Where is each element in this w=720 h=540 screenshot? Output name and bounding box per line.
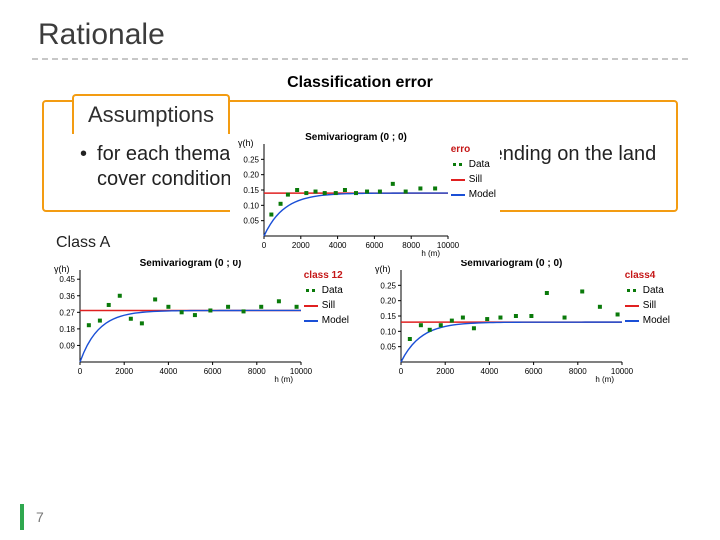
svg-text:10000: 10000 [611, 367, 634, 376]
svg-text:Semivariogram (0 ; 0): Semivariogram (0 ; 0) [140, 258, 242, 269]
svg-text:γ(h): γ(h) [238, 138, 254, 148]
svg-text:0.15: 0.15 [380, 312, 396, 321]
svg-text:0.10: 0.10 [243, 201, 259, 210]
svg-text:4000: 4000 [481, 367, 499, 376]
subheader: Classification error [32, 74, 688, 92]
svg-text:0: 0 [262, 241, 267, 250]
svg-text:10000: 10000 [437, 241, 460, 250]
chart-class-b: 0.05 0.10 0.15 0.20 0.25 0 2000 4000 6000 8000 100… [367, 256, 674, 386]
svg-text:0.25: 0.25 [380, 281, 396, 290]
svg-text:0.25: 0.25 [243, 155, 259, 164]
svg-text:0.09: 0.09 [59, 341, 75, 350]
svg-text:0.05: 0.05 [380, 343, 396, 352]
chart-top-holder: 0.05 0.10 0.15 0.20 0.25 0 2000 4000 6000 8000 100… [230, 130, 500, 260]
svg-text:0.05: 0.05 [243, 217, 259, 226]
svg-text:2000: 2000 [115, 367, 133, 376]
chart-class-a: 0.09 0.18 0.27 0.36 0.45 0 2000 4000 6000 8000 100… [46, 256, 353, 386]
svg-text:0.10: 0.10 [380, 327, 396, 336]
svg-text:4000: 4000 [329, 241, 347, 250]
svg-text:h (m): h (m) [274, 375, 293, 384]
svg-text:8000: 8000 [569, 367, 587, 376]
svg-text:8000: 8000 [248, 367, 266, 376]
svg-text:γ(h): γ(h) [375, 264, 391, 274]
bullet-icon: • [80, 142, 87, 167]
svg-text:h (m): h (m) [595, 375, 614, 384]
svg-text:0: 0 [399, 367, 404, 376]
svg-text:2000: 2000 [436, 367, 454, 376]
chart-legend: erroDataSillModel [451, 142, 496, 202]
title-divider [32, 58, 688, 60]
svg-text:6000: 6000 [525, 367, 543, 376]
chart-legend: class 12DataSillModel [304, 268, 349, 328]
page-number: 7 [36, 509, 44, 525]
svg-text:0.15: 0.15 [243, 186, 259, 195]
svg-text:0.36: 0.36 [59, 292, 75, 301]
chart-top: 0.05 0.10 0.15 0.20 0.25 0 2000 4000 6000 8000 100… [230, 130, 500, 260]
svg-text:0.18: 0.18 [59, 325, 75, 334]
svg-text:2000: 2000 [292, 241, 310, 250]
svg-text:0: 0 [78, 367, 83, 376]
chart-legend: class4DataSillModel [625, 268, 670, 328]
svg-text:8000: 8000 [402, 241, 420, 250]
svg-text:0.20: 0.20 [380, 297, 396, 306]
footer-accent [20, 504, 24, 530]
svg-text:h (m): h (m) [421, 249, 440, 258]
svg-text:10000: 10000 [290, 367, 313, 376]
svg-text:0.20: 0.20 [243, 171, 259, 180]
footer: 7 [20, 504, 44, 530]
slide: Rationale Classification error Assumptio… [0, 0, 720, 540]
svg-text:6000: 6000 [204, 367, 222, 376]
svg-text:γ(h): γ(h) [54, 264, 70, 274]
svg-text:0.27: 0.27 [59, 308, 75, 317]
assumption-tab: Assumptions [72, 94, 230, 134]
svg-text:4000: 4000 [160, 367, 178, 376]
svg-text:6000: 6000 [366, 241, 384, 250]
svg-text:Semivariogram (0 ; 0): Semivariogram (0 ; 0) [305, 132, 407, 143]
slide-title: Rationale [32, 18, 688, 52]
svg-text:0.45: 0.45 [59, 275, 75, 284]
